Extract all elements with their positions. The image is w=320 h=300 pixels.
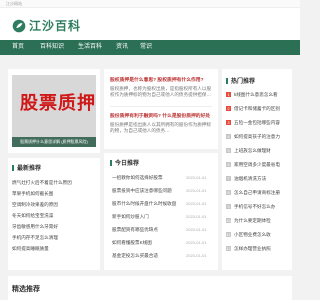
article-title-1[interactable]: 股权质押是什么意思? 股权质押有什么作用? [110, 76, 214, 83]
news-date: 2023-01-01 [186, 175, 207, 180]
list-item[interactable]: 燃气灶打火后不着是什么原因 [12, 180, 96, 186]
news-title: 今日推荐 [110, 158, 139, 167]
hot-item[interactable]: 8 怎么自己申请商标注册 [226, 190, 290, 196]
news-item[interactable]: 基金定投怎么买最合适 [112, 253, 182, 259]
hero-caption[interactable]: 股票质押什么意思详解 (质押股票风险) [12, 137, 96, 147]
news-date: 2023-01-01 [186, 201, 207, 206]
site-header: 江沙百科 [0, 8, 300, 40]
rank-badge: 12 [226, 246, 231, 251]
site-name: 江沙百科 [29, 19, 82, 33]
hot-item[interactable]: 5 上班族怎么做理财 [226, 148, 290, 154]
rank-badge: 6 [226, 162, 231, 167]
hot-item[interactable]: 9 手机信号不好怎么办 [226, 204, 290, 210]
site-logo[interactable]: 江沙百科 [12, 17, 81, 34]
news-item[interactable]: 一招教你如何选择好股票 [112, 175, 182, 181]
rank-badge: 1 [226, 92, 231, 97]
top-bar: 江沙网站 [0, 0, 300, 8]
rank-badge: 4 [226, 134, 231, 139]
hot-card [222, 69, 292, 270]
rank-badge: 5 [226, 148, 231, 153]
hot-item[interactable]: 11 小区物业费怎么收 [226, 232, 290, 238]
hot-title: 热门推荐 [226, 76, 255, 85]
leaf-icon [12, 19, 26, 32]
news-item[interactable]: 新手如何炒股入门 [112, 214, 182, 220]
article-body-2: 股份质押是指出质人以其所拥有的股份作为质押标的物，为自己或他人的债务… [110, 122, 212, 133]
hot-item[interactable]: 12 怎样办理营业执照 [226, 246, 290, 252]
rank-badge: 2 [226, 106, 231, 111]
rank-badge: 10 [226, 218, 231, 223]
news-item[interactable]: 股票配资有哪些优缺点 [112, 227, 182, 233]
hot-item[interactable]: 4 如何提高孩子的注意力 [226, 134, 290, 140]
hot-item[interactable]: 2 借记卡和储蓄卡的区别 [226, 106, 290, 112]
divider [110, 106, 212, 107]
hot-item[interactable]: 10 为什么要定期体检 [226, 218, 290, 224]
news-item[interactable]: 股票投资中应该注意哪些问题 [112, 188, 182, 194]
hero-image-text: 股票质押 [20, 93, 96, 113]
hot-item[interactable]: 7 油烟机清洗方法 [226, 176, 290, 182]
hot-item[interactable]: 3 五险一金包括哪些内容 [226, 120, 290, 126]
latest-title: 最新推荐 [12, 163, 41, 172]
article-body-1: 股权质押，也称为股权出质，是指股权所有人以股权作为质押标的物为自己或他人的债务提… [110, 86, 212, 97]
rank-badge: 11 [226, 232, 231, 237]
news-date: 2023-01-01 [186, 253, 207, 258]
rank-badge: 8 [226, 190, 231, 195]
featured-title: 精选推荐 [12, 286, 40, 293]
news-date: 2023-01-01 [186, 227, 207, 232]
hot-item[interactable]: 6 家用空调多少度最省电 [226, 162, 290, 168]
news-item[interactable]: 如何看懂股票K线图 [112, 240, 182, 246]
news-date: 2023-01-01 [186, 214, 207, 219]
article-title-2[interactable]: 股份质押有利于融资吗? 什么是股份质押的好处 [110, 112, 214, 119]
title-bar [12, 165, 14, 171]
title-bar [226, 78, 228, 84]
nav-item-news[interactable]: 资讯 [116, 40, 128, 55]
top-bar-text: 江沙网站 [6, 1, 22, 6]
news-date: 2023-01-01 [186, 188, 207, 193]
list-item[interactable]: 苹果手机如何截长图 [12, 191, 96, 197]
featured-card [8, 276, 292, 300]
list-item[interactable]: 手机内存不足怎么清理 [12, 235, 96, 241]
nav-item-home[interactable]: 首页 [12, 40, 24, 55]
list-item[interactable]: 冬天如何给宝宝洗澡 [12, 213, 96, 219]
hot-item[interactable]: 1 k线图什么意思怎么看 [226, 92, 290, 98]
rank-badge: 3 [226, 120, 231, 125]
list-item[interactable]: 牙齿敏感用什么牙膏好 [12, 224, 96, 230]
nav-item-knowledge[interactable]: 百科知识 [40, 40, 64, 55]
nav-item-common[interactable]: 常识 [140, 40, 152, 55]
rank-badge: 9 [226, 204, 231, 209]
list-item[interactable]: 空调制冷效果差的原因 [12, 202, 96, 208]
list-item[interactable]: 如何提高睡眠质量 [12, 246, 96, 252]
news-item[interactable]: 股市什么时候开盘什么时候收盘 [112, 201, 182, 207]
news-date: 2023-01-01 [186, 240, 207, 245]
rank-badge: 7 [226, 176, 231, 181]
hero-image[interactable]: 股票质押 股票质押什么意思详解 (质押股票风险) [12, 75, 96, 147]
nav-item-life[interactable]: 生活百科 [78, 40, 102, 55]
main-nav: 首页 百科知识 生活百科 资讯 常识 [0, 40, 300, 55]
title-bar [110, 160, 112, 166]
